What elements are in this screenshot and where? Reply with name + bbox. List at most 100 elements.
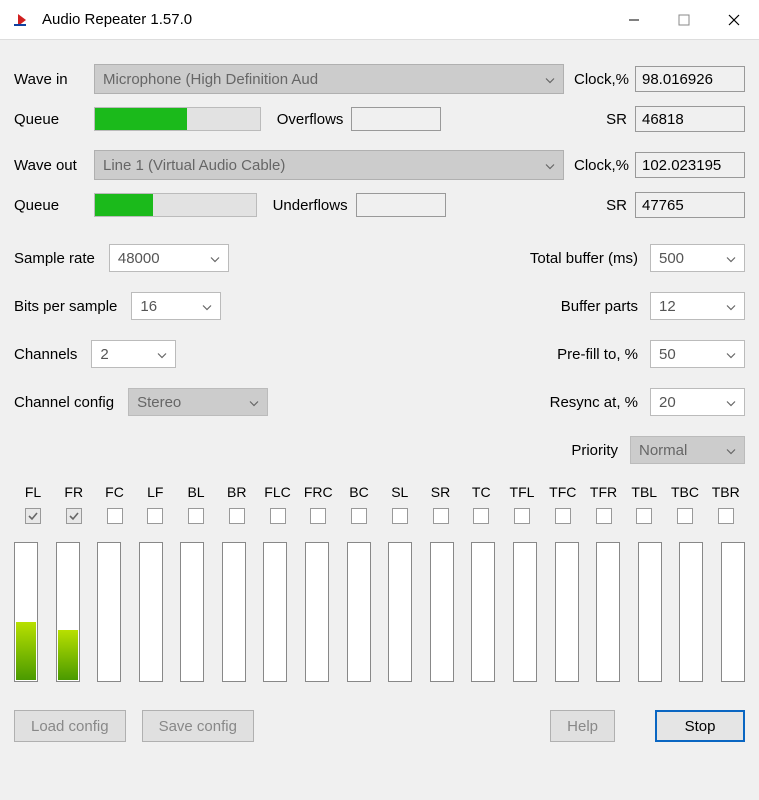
level-meter-frc	[305, 542, 329, 682]
wave-out-sr-label: SR	[606, 197, 627, 214]
level-meter-fr	[56, 542, 80, 682]
priority-select[interactable]: Normal	[630, 436, 745, 464]
channel-checkbox-bl[interactable]	[188, 508, 204, 524]
level-meter-flc	[263, 542, 287, 682]
wave-out-queue-label: Queue	[14, 197, 84, 214]
channel-tfr: TFR	[585, 484, 623, 524]
level-meter-tbl	[638, 542, 662, 682]
channel-checkbox-flc[interactable]	[270, 508, 286, 524]
channel-label: LF	[147, 484, 163, 504]
channel-label: FRC	[304, 484, 333, 504]
chevron-down-icon	[726, 250, 736, 267]
underflows-label: Underflows	[273, 197, 348, 214]
underflows-value	[356, 193, 446, 217]
overflows-value	[351, 107, 441, 131]
channel-tc: TC	[462, 484, 500, 524]
chevron-down-icon	[545, 157, 555, 174]
pre-fill-select[interactable]: 50	[650, 340, 745, 368]
level-meter-tbr	[721, 542, 745, 682]
bits-per-sample-select[interactable]: 16	[131, 292, 221, 320]
titlebar: Audio Repeater 1.57.0	[0, 0, 759, 40]
channel-checkbox-tfr[interactable]	[596, 508, 612, 524]
buffer-parts-select[interactable]: 12	[650, 292, 745, 320]
help-button[interactable]: Help	[550, 710, 615, 742]
priority-label: Priority	[571, 442, 618, 459]
channel-checkbox-lf[interactable]	[147, 508, 163, 524]
channel-checkbox-bc[interactable]	[351, 508, 367, 524]
stop-button[interactable]: Stop	[655, 710, 745, 742]
channel-config-label: Channel config	[14, 394, 114, 411]
overflows-label: Overflows	[277, 111, 344, 128]
channel-label: SL	[391, 484, 408, 504]
wave-in-sr-value: 46818	[635, 106, 745, 132]
level-meter-bl	[180, 542, 204, 682]
chevron-down-icon	[726, 298, 736, 315]
channel-label: FC	[105, 484, 124, 504]
channel-label: BR	[227, 484, 246, 504]
channel-label: BC	[349, 484, 368, 504]
level-meter-br	[222, 542, 246, 682]
channel-checkbox-row: FLFRFCLFBLBRFLCFRCBCSLSRTCTFLTFCTFRTBLTB…	[14, 484, 745, 524]
chevron-down-icon	[726, 346, 736, 363]
channel-label: TFC	[549, 484, 576, 504]
wave-out-device-select[interactable]: Line 1 (Virtual Audio Cable)	[94, 150, 564, 180]
channel-config-select[interactable]: Stereo	[128, 388, 268, 416]
maximize-button[interactable]	[659, 0, 709, 40]
wave-out-device-value: Line 1 (Virtual Audio Cable)	[103, 157, 285, 174]
wave-in-queue-label: Queue	[14, 111, 84, 128]
wave-out-label: Wave out	[14, 157, 84, 174]
sample-rate-label: Sample rate	[14, 250, 95, 267]
channel-checkbox-sl[interactable]	[392, 508, 408, 524]
channel-label: TBC	[671, 484, 699, 504]
level-meter-lf	[139, 542, 163, 682]
channels-select[interactable]: 2	[91, 340, 176, 368]
channel-checkbox-sr[interactable]	[433, 508, 449, 524]
channel-tbr: TBR	[707, 484, 745, 524]
channel-label: TBR	[712, 484, 740, 504]
channel-fr: FR	[55, 484, 93, 524]
channel-label: TFR	[590, 484, 617, 504]
channel-checkbox-tfc[interactable]	[555, 508, 571, 524]
channel-label: BL	[187, 484, 204, 504]
wave-in-device-value: Microphone (High Definition Aud	[103, 71, 318, 88]
save-config-button[interactable]: Save config	[142, 710, 254, 742]
window-title: Audio Repeater 1.57.0	[42, 11, 192, 28]
chevron-down-icon	[726, 394, 736, 411]
sample-rate-select[interactable]: 48000	[109, 244, 229, 272]
wave-in-sr-label: SR	[606, 111, 627, 128]
wave-out-clock-label: Clock,%	[574, 157, 629, 174]
channel-checkbox-tfl[interactable]	[514, 508, 530, 524]
level-meters	[14, 542, 745, 682]
content-area: Wave in Microphone (High Definition Aud …	[0, 40, 759, 800]
channel-fc: FC	[96, 484, 134, 524]
channel-label: TFL	[510, 484, 535, 504]
channel-br: BR	[218, 484, 256, 524]
load-config-button[interactable]: Load config	[14, 710, 126, 742]
level-meter-fl	[14, 542, 38, 682]
channel-checkbox-tbl[interactable]	[636, 508, 652, 524]
channel-label: FLC	[264, 484, 290, 504]
channel-checkbox-tbr[interactable]	[718, 508, 734, 524]
wave-in-clock-value: 98.016926	[635, 66, 745, 92]
wave-out-queue-meter	[94, 193, 257, 217]
channel-checkbox-fl[interactable]	[25, 508, 41, 524]
close-button[interactable]	[709, 0, 759, 40]
channel-tbl: TBL	[625, 484, 663, 524]
channel-checkbox-tbc[interactable]	[677, 508, 693, 524]
level-meter-tfl	[513, 542, 537, 682]
chevron-down-icon	[157, 346, 167, 363]
resync-select[interactable]: 20	[650, 388, 745, 416]
channel-checkbox-fc[interactable]	[107, 508, 123, 524]
channel-checkbox-tc[interactable]	[473, 508, 489, 524]
channel-checkbox-frc[interactable]	[310, 508, 326, 524]
level-meter-sl	[388, 542, 412, 682]
total-buffer-select[interactable]: 500	[650, 244, 745, 272]
channel-checkbox-fr[interactable]	[66, 508, 82, 524]
level-meter-tfr	[596, 542, 620, 682]
bits-per-sample-label: Bits per sample	[14, 298, 117, 315]
pre-fill-label: Pre-fill to, %	[557, 346, 638, 363]
minimize-button[interactable]	[609, 0, 659, 40]
wave-in-device-select[interactable]: Microphone (High Definition Aud	[94, 64, 564, 94]
total-buffer-label: Total buffer (ms)	[530, 250, 638, 267]
channel-checkbox-br[interactable]	[229, 508, 245, 524]
